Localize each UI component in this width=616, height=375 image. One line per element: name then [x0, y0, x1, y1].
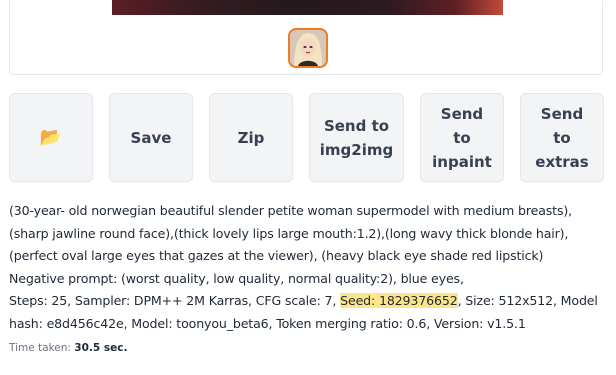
params-before-seed: Steps: 25, Sampler: DPM++ 2M Karras, CFG…: [9, 293, 341, 308]
send-to-img2img-label: Send to img2img: [319, 116, 394, 159]
image-gallery: [9, 0, 603, 75]
generation-info: (30-year- old norwegian beautiful slende…: [9, 200, 609, 335]
prompt-text: (30-year- old norwegian beautiful slende…: [9, 203, 572, 263]
send-to-extras-button[interactable]: Send to extras: [520, 93, 604, 182]
generated-image[interactable]: [112, 0, 503, 15]
time-taken: Time taken: 30.5 sec.: [9, 342, 127, 354]
open-folder-button[interactable]: 📂: [9, 93, 93, 182]
folder-icon: 📂: [39, 126, 63, 148]
generation-params: Steps: 25, Sampler: DPM++ 2M Karras, CFG…: [9, 290, 609, 335]
send-to-inpaint-label: Send to inpaint: [432, 104, 492, 171]
time-taken-label: Time taken:: [9, 342, 75, 354]
zip-button[interactable]: Zip: [209, 93, 293, 182]
time-taken-value: 30.5 sec.: [74, 342, 128, 354]
save-button-label: Save: [130, 128, 172, 147]
negative-prompt-text: Negative prompt: (worst quality, low qua…: [9, 270, 464, 286]
send-to-inpaint-button[interactable]: Send to inpaint: [420, 93, 504, 182]
save-button[interactable]: Save: [109, 93, 193, 182]
zip-button-label: Zip: [237, 128, 265, 147]
send-to-extras-label: Send to extras: [535, 104, 589, 171]
gallery-thumbnail[interactable]: [288, 28, 328, 68]
seed-value: Seed: 1829376652: [340, 293, 458, 308]
send-to-img2img-button[interactable]: Send to img2img: [309, 93, 404, 182]
